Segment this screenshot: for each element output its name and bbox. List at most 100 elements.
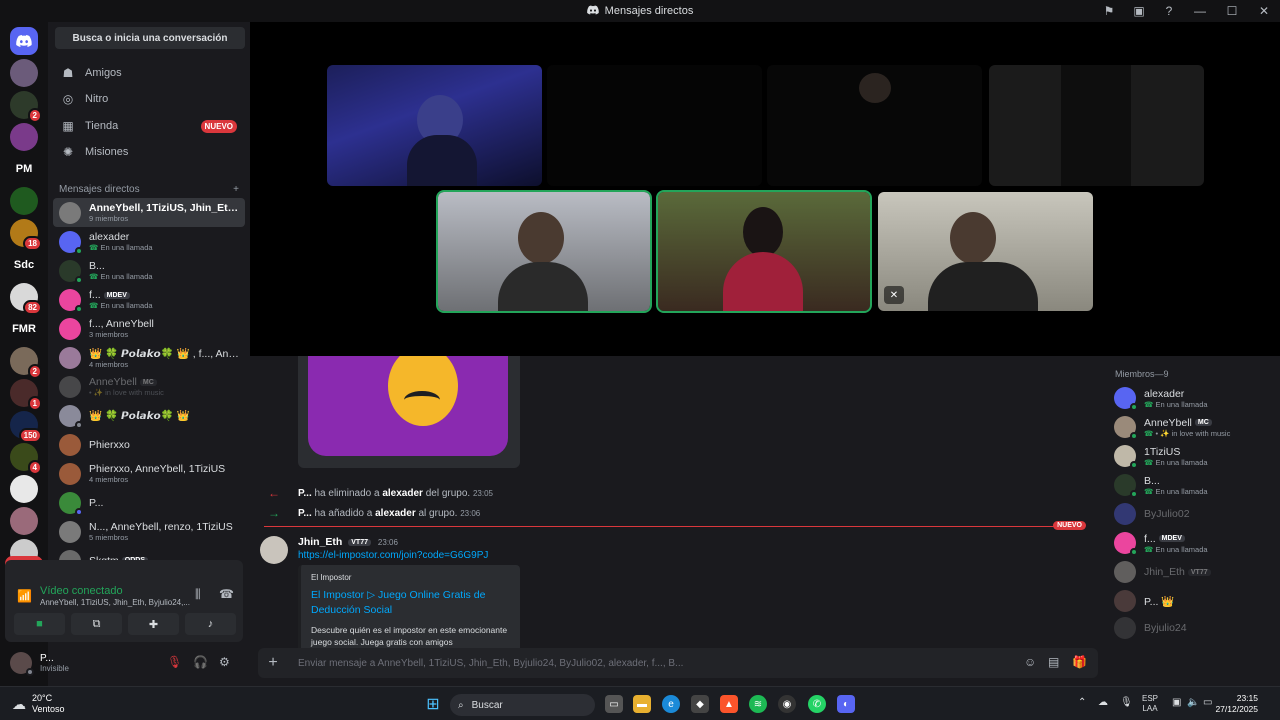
dm-item[interactable]: AnneYbell, 1TiziUS, Jhin_Eth, ... 9 miemb… — [53, 198, 245, 227]
server-text-icon[interactable]: Sdc — [10, 251, 38, 279]
headphones-icon[interactable]: 🎧 — [193, 655, 208, 669]
dm-item[interactable]: AnneYbell MC • ✨ in love with music — [53, 372, 245, 401]
embed-title[interactable]: El Impostor ▷ Juego Online Gratis de Ded… — [311, 588, 510, 618]
server-icon[interactable]: 82 — [10, 283, 42, 315]
taskbar-search[interactable]: ⌕ Buscar — [450, 694, 595, 716]
dm-item[interactable]: P... — [53, 488, 245, 517]
dm-item[interactable]: B...En una llamada — [53, 256, 245, 285]
whatsapp-icon[interactable]: ✆ — [808, 695, 826, 713]
message-link[interactable]: https://el-impostor.com/join?code=G6G9PJ — [298, 550, 488, 561]
emoji-icon[interactable]: ☺ — [1024, 655, 1036, 669]
windows-start-icon[interactable]: ⊞ — [424, 695, 442, 713]
video-tile[interactable] — [656, 190, 872, 313]
dm-item[interactable]: alexaderEn una llamada — [53, 227, 245, 256]
home-button[interactable] — [10, 27, 38, 55]
message-composer[interactable]: + Enviar mensaje a AnneYbell, 1TiziUS, J… — [258, 648, 1098, 678]
nav-friends[interactable]: ☗ Amigos — [53, 60, 245, 86]
dm-item[interactable]: 👑 🍀 𝙋𝙤𝙡𝙖𝙠𝙤🍀 👑 — [53, 401, 245, 430]
server-icon[interactable] — [10, 475, 38, 503]
server-text-icon[interactable]: FMR — [10, 315, 38, 343]
member-item[interactable]: ByJulio02 — [1114, 500, 1190, 528]
message-image[interactable] — [298, 356, 520, 468]
server-icon[interactable]: 4 — [10, 443, 42, 475]
task-view-icon[interactable]: ▭ — [605, 695, 623, 713]
mic-tray-icon[interactable]: 🎙 — [1120, 697, 1133, 708]
app-icon[interactable]: ◆ — [691, 695, 709, 713]
server-icon[interactable]: 1 — [10, 379, 42, 411]
nav-quests[interactable]: ✺ Misiones — [53, 139, 245, 165]
member-item[interactable]: P... 👑 — [1114, 587, 1174, 615]
server-icon[interactable]: 2 — [10, 91, 42, 123]
volume-icon[interactable]: 🔈 — [1187, 697, 1199, 708]
member-item[interactable]: AnneYbellMC• ✨ in love with music — [1114, 413, 1230, 441]
battery-icon[interactable]: ▭ — [1203, 697, 1212, 708]
noise-suppression-icon[interactable]: ⫼ — [195, 587, 201, 602]
member-item[interactable]: Jhin_Eth VT77 — [1114, 558, 1211, 586]
dm-item[interactable]: N..., AnneYbell, renzo, 1TiziUS 5 miembro… — [53, 517, 245, 546]
tray-overflow-icon[interactable]: ⌃ — [1078, 697, 1086, 708]
close-button[interactable]: ✕ — [1248, 4, 1280, 18]
server-icon[interactable]: 18 — [10, 219, 42, 251]
server-icon[interactable] — [10, 59, 38, 87]
dm-item[interactable]: Phierxxo — [53, 430, 245, 459]
maximize-button[interactable]: ☐ — [1216, 4, 1248, 18]
video-tile[interactable] — [989, 65, 1204, 186]
nav-shop[interactable]: ▦ Tienda NUEVO — [53, 113, 245, 139]
video-tile[interactable] — [327, 65, 542, 186]
server-icon[interactable] — [10, 187, 38, 215]
signal-icon[interactable]: 📶 — [17, 589, 32, 603]
minimize-button[interactable]: — — [1184, 4, 1216, 18]
composer-placeholder[interactable]: Enviar mensaje a AnneYbell, 1TiziUS, Jhi… — [298, 658, 683, 669]
help-icon[interactable]: ? — [1154, 4, 1184, 18]
server-text-icon[interactable]: PM — [10, 155, 38, 183]
soundboard-button[interactable]: ♪ — [185, 613, 236, 635]
search-conversation-button[interactable]: Busca o inicia una conversación — [55, 27, 245, 49]
server-icon[interactable]: 150 — [10, 411, 42, 443]
weather-widget[interactable]: ☁ 20°C Ventoso — [12, 693, 65, 715]
member-item[interactable]: f...MDEVEn una llamada — [1114, 529, 1208, 557]
dm-item[interactable]: Phierxxo, AnneYbell, 1TiziUS 4 miembros — [53, 459, 245, 488]
activities-button[interactable]: ✚ — [128, 613, 179, 635]
video-tile[interactable] — [767, 65, 982, 186]
nav-nitro[interactable]: ◎ Nitro — [53, 86, 245, 112]
message-author[interactable]: Jhin_Eth — [298, 536, 342, 548]
member-item[interactable]: 1TiziUSEn una llamada — [1114, 442, 1208, 470]
settings-gear-icon[interactable]: ⚙ — [219, 655, 230, 669]
avatar[interactable] — [10, 652, 34, 676]
attach-plus-icon[interactable]: + — [258, 654, 288, 672]
brave-icon[interactable]: ▲ — [720, 695, 738, 713]
muted-mic-icon[interactable]: 🎙 — [167, 655, 182, 669]
language-indicator[interactable]: ESP LAA — [1142, 694, 1158, 714]
member-item[interactable]: B...En una llamada — [1114, 471, 1208, 499]
video-tile[interactable] — [436, 190, 652, 313]
add-dm-icon[interactable]: + — [233, 184, 239, 195]
server-icon[interactable] — [10, 507, 38, 535]
disconnect-icon[interactable]: ☎ — [219, 587, 234, 601]
guild-tag: MC — [1194, 419, 1212, 427]
discord-taskbar-icon[interactable]: ◐ — [837, 695, 855, 713]
gif-icon[interactable]: ▤ — [1048, 655, 1059, 669]
member-item[interactable]: Byjulio24 — [1114, 614, 1187, 642]
taskbar-clock[interactable]: 23:15 27/12/2025 — [1215, 693, 1258, 715]
server-icon[interactable]: 2 — [10, 347, 42, 379]
network-icon[interactable]: ▣ — [1172, 697, 1181, 708]
avatar[interactable] — [260, 536, 288, 564]
inbox-flag-icon[interactable]: ⚑ — [1094, 4, 1124, 18]
screen-share-button[interactable]: ⧉ — [71, 613, 122, 635]
dm-item[interactable]: 👑 🍀 𝙋𝙤𝙡𝙖𝙠𝙤🍀 👑 , f..., Ann... 4 miembros — [53, 343, 245, 372]
dm-item[interactable]: f..., AnneYbell 3 miembros — [53, 314, 245, 343]
notifications-icon[interactable]: ▣ — [1124, 4, 1154, 18]
steam-icon[interactable]: ◉ — [778, 695, 796, 713]
camera-button[interactable]: ■ — [14, 613, 65, 635]
onedrive-icon[interactable]: ☁ — [1098, 697, 1108, 708]
file-explorer-icon[interactable]: ▬ — [633, 695, 651, 713]
os-taskbar: ☁ 20°C Ventoso ⊞ ⌕ Buscar ▭ ▬ e ◆ ▲ ≋ ◉ ✆… — [0, 686, 1280, 720]
video-tile[interactable]: ✕ — [878, 192, 1093, 311]
video-tile[interactable] — [547, 65, 762, 186]
spotify-icon[interactable]: ≋ — [749, 695, 767, 713]
server-icon[interactable] — [10, 123, 38, 151]
member-item[interactable]: alexaderEn una llamada — [1114, 384, 1208, 412]
gift-icon[interactable]: 🎁 — [1072, 655, 1087, 669]
edge-icon[interactable]: e — [662, 695, 680, 713]
dm-item[interactable]: f...MDEVEn una llamada — [53, 285, 245, 314]
